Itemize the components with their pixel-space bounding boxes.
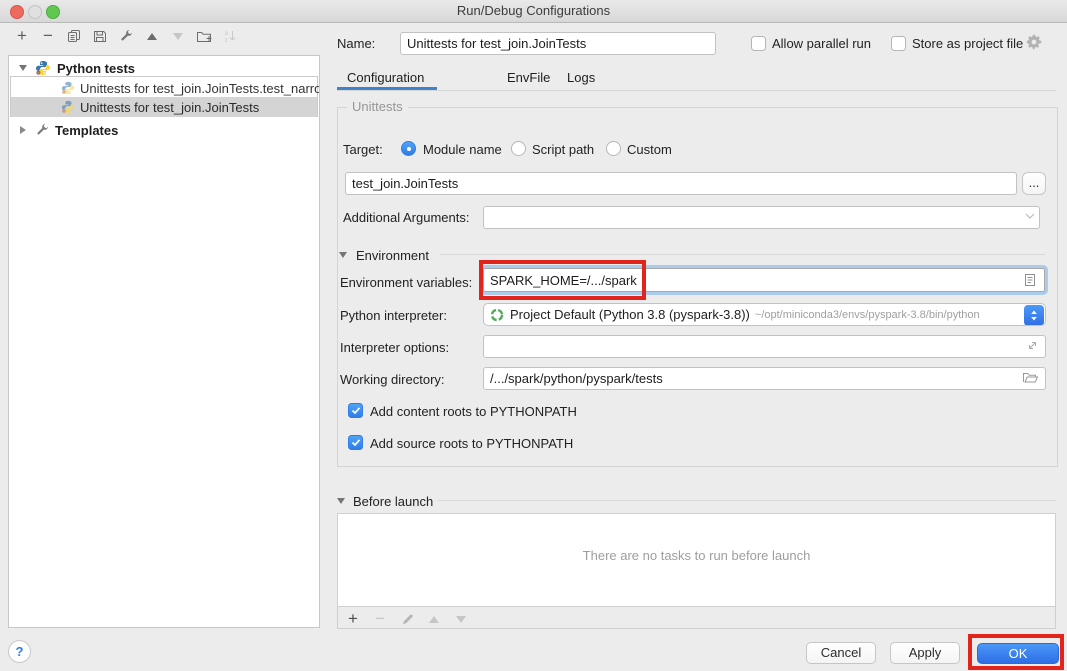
additional-arguments-input[interactable] (483, 206, 1040, 229)
configurations-tree: Python tests Unittests for test_join.Joi… (8, 55, 320, 628)
move-up-icon[interactable] (143, 27, 161, 45)
working-directory-input[interactable] (483, 367, 1046, 390)
edit-templates-icon[interactable] (117, 27, 135, 45)
window-title: Run/Debug Configurations (0, 3, 1067, 18)
environment-variables-label: Environment variables: (340, 274, 472, 292)
collapse-caret-icon[interactable] (19, 65, 27, 71)
python-test-icon (61, 81, 75, 95)
interpreter-options-label: Interpreter options: (340, 339, 449, 357)
add-source-roots-label: Add source roots to PYTHONPATH (370, 435, 573, 453)
expand-editor-icon[interactable] (1026, 339, 1039, 352)
add-content-roots-label: Add content roots to PYTHONPATH (370, 403, 577, 421)
additional-arguments-label: Additional Arguments: (343, 209, 469, 227)
python-interpreter-label: Python interpreter: (340, 307, 447, 325)
python-test-icon (61, 100, 75, 114)
target-label: Target: (343, 141, 383, 159)
add-configuration-icon[interactable]: + (13, 27, 31, 45)
before-launch-empty-text: There are no tasks to run before launch (338, 548, 1055, 563)
templates-wrench-icon (35, 123, 49, 137)
store-options-gear-icon[interactable] (1026, 34, 1042, 50)
allow-parallel-run-label: Allow parallel run (772, 35, 871, 53)
before-launch-toolbar: + − (344, 610, 470, 628)
tabs-divider-line (337, 90, 1056, 91)
save-configuration-icon[interactable] (91, 27, 109, 45)
move-task-up-icon[interactable] (425, 610, 443, 628)
store-as-project-file-label: Store as project file (912, 35, 1023, 53)
tree-item-test-narrow[interactable]: Unittests for test_join.JoinTests.test_n… (9, 78, 319, 98)
copy-configuration-icon[interactable] (65, 27, 83, 45)
move-task-down-icon[interactable] (452, 610, 470, 628)
environment-variables-input[interactable] (483, 268, 1045, 292)
tab-configuration[interactable]: Configuration (347, 68, 424, 88)
browse-module-button[interactable]: ... (1022, 172, 1046, 195)
radio-custom[interactable] (606, 141, 621, 156)
radio-custom-label: Custom (627, 141, 672, 159)
python-interpreter-select[interactable]: Project Default (Python 3.8 (pyspark-3.8… (483, 303, 1046, 326)
before-launch-collapse-caret-icon[interactable] (337, 498, 345, 504)
before-launch-separator-line (438, 500, 1056, 501)
expand-caret-icon[interactable] (20, 126, 26, 134)
add-source-roots-checkbox[interactable] (348, 435, 363, 450)
svg-text:a: a (225, 30, 229, 37)
conda-environment-icon (490, 308, 504, 322)
apply-button[interactable]: Apply (890, 642, 960, 664)
tree-item-label: Unittests for test_join.JoinTests (80, 100, 259, 115)
before-launch-task-list[interactable]: There are no tasks to run before launch (338, 514, 1055, 607)
tree-item-templates[interactable]: Templates (9, 120, 319, 140)
python-tests-icon (35, 60, 51, 76)
environment-separator-line (440, 254, 1045, 255)
run-debug-configurations-dialog: Run/Debug Configurations + − az Pytho (0, 0, 1067, 671)
environment-collapse-caret-icon[interactable] (339, 252, 347, 258)
working-directory-label: Working directory: (340, 371, 445, 389)
help-button[interactable]: ? (8, 640, 31, 663)
radio-script-path-label: Script path (532, 141, 594, 159)
before-launch-panel: There are no tasks to run before launch … (337, 513, 1056, 629)
tab-envfile[interactable]: EnvFile (507, 68, 550, 88)
edit-task-icon[interactable] (398, 610, 416, 628)
radio-module-name[interactable] (401, 141, 416, 156)
python-interpreter-value: Project Default (Python 3.8 (pyspark-3.8… (510, 307, 750, 322)
browse-folder-icon[interactable] (1022, 371, 1039, 384)
titlebar: Run/Debug Configurations (0, 0, 1067, 23)
remove-configuration-icon[interactable]: − (39, 27, 57, 45)
before-launch-section-label: Before launch (353, 493, 433, 511)
tree-item-jointests-selected[interactable]: Unittests for test_join.JoinTests (11, 97, 317, 117)
sort-configurations-icon[interactable]: az (221, 27, 239, 45)
env-vars-list-icon[interactable] (1024, 273, 1036, 287)
move-down-icon[interactable] (169, 27, 187, 45)
combo-arrows-icon[interactable] (1024, 305, 1044, 326)
radio-module-name-label: Module name (423, 141, 502, 159)
ok-button[interactable]: OK (977, 643, 1059, 664)
new-folder-icon[interactable] (195, 27, 213, 45)
name-label: Name: (337, 35, 375, 53)
add-content-roots-checkbox[interactable] (348, 403, 363, 418)
tree-item-label: Templates (55, 123, 118, 138)
tree-item-label: Python tests (57, 61, 135, 76)
unittests-group-title: Unittests (347, 99, 408, 114)
svg-text:z: z (225, 37, 228, 43)
name-input[interactable] (400, 32, 716, 55)
allow-parallel-run-checkbox[interactable] (751, 36, 766, 51)
configurations-toolbar: + − az (13, 27, 239, 45)
tree-item-python-tests[interactable]: Python tests (9, 58, 319, 78)
expand-field-chevron-icon[interactable] (1024, 211, 1036, 221)
tab-logs[interactable]: Logs (567, 68, 595, 88)
cancel-button[interactable]: Cancel (806, 642, 876, 664)
radio-script-path[interactable] (511, 141, 526, 156)
environment-section-label: Environment (356, 247, 429, 265)
tree-item-label: Unittests for test_join.JoinTests.test_n… (80, 81, 319, 96)
remove-task-icon[interactable]: − (371, 610, 389, 628)
python-interpreter-path: ~/opt/miniconda3/envs/pyspark-3.8/bin/py… (755, 309, 980, 321)
interpreter-options-input[interactable] (483, 335, 1046, 358)
module-name-input[interactable] (345, 172, 1017, 195)
add-task-icon[interactable]: + (344, 610, 362, 628)
store-as-project-file-checkbox[interactable] (891, 36, 906, 51)
